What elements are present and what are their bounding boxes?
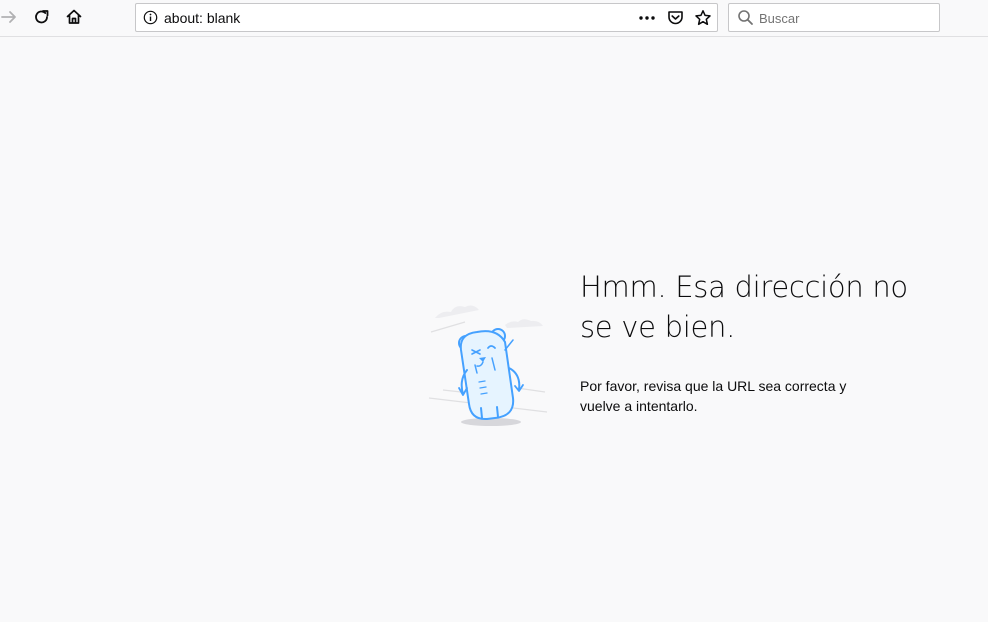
page-actions-icon[interactable] xyxy=(637,8,657,28)
bookmark-star-icon[interactable] xyxy=(693,8,713,28)
url-bar[interactable]: about: blank xyxy=(135,3,718,32)
forward-arrow-icon[interactable] xyxy=(0,5,21,29)
error-illustration xyxy=(425,270,553,432)
pocket-icon[interactable] xyxy=(665,8,685,28)
navigation-toolbar: about: blank Buscar xyxy=(0,0,988,37)
site-info-icon[interactable] xyxy=(143,10,158,25)
url-text[interactable]: about: blank xyxy=(164,10,240,26)
error-title: Hmm. Esa dirección no se ve bien. xyxy=(580,270,908,344)
error-description: Por favor, revisa que la URL sea correct… xyxy=(580,378,847,414)
home-icon[interactable] xyxy=(62,5,86,29)
search-bar[interactable]: Buscar xyxy=(728,3,940,32)
reload-icon[interactable] xyxy=(30,5,54,29)
search-input[interactable]: Buscar xyxy=(759,11,799,26)
search-icon xyxy=(737,9,754,26)
